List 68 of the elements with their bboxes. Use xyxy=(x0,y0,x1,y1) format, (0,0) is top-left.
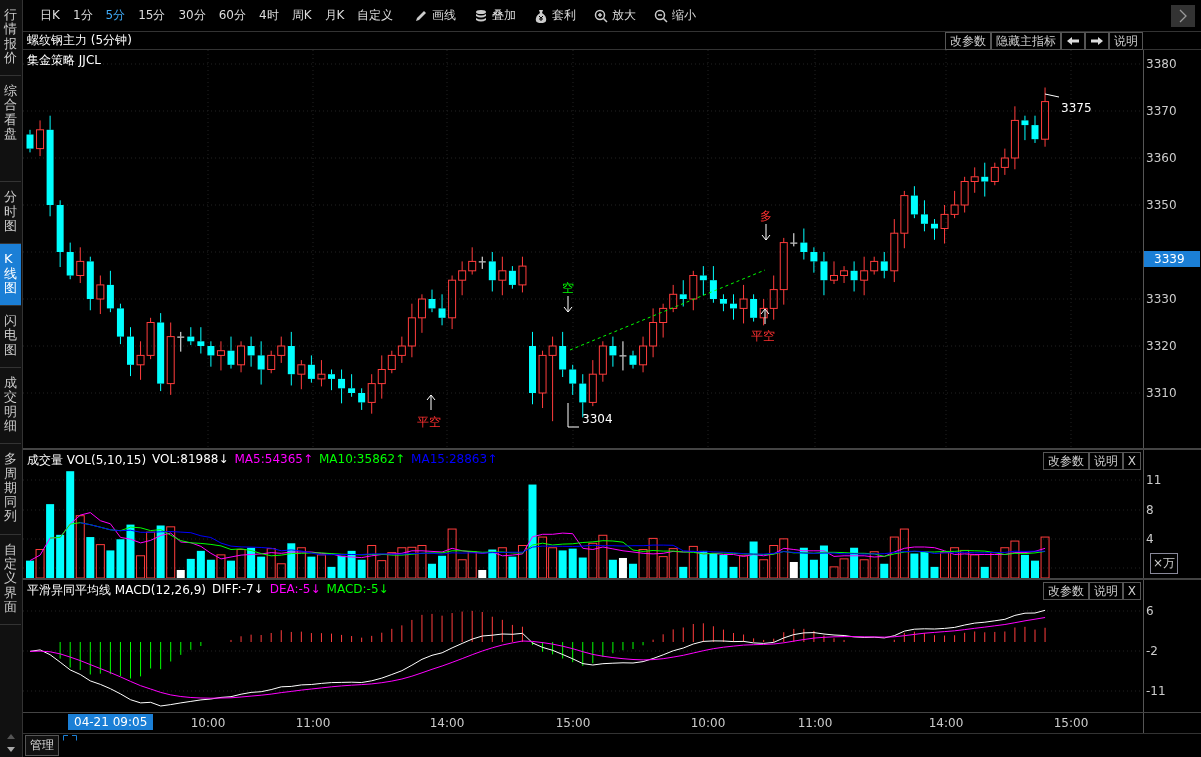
signal-label: 空 xyxy=(562,281,574,295)
time-label: 15:00 xyxy=(555,716,591,730)
manage-button[interactable]: 管理 xyxy=(25,735,59,756)
period-tab[interactable]: 月K xyxy=(319,5,350,26)
time-label: 15:00 xyxy=(1053,716,1089,730)
toolbar-button[interactable]: 放大 xyxy=(589,5,642,26)
sidebar-tab[interactable]: 成交明细 xyxy=(0,368,21,445)
strategy-label: 集金策略 JJCL xyxy=(27,52,101,69)
price-tick: 3350 xyxy=(1146,198,1177,212)
period-tab[interactable]: 1分 xyxy=(67,5,98,26)
time-label: 11:00 xyxy=(797,716,833,730)
signal-label: 平空 xyxy=(751,329,775,343)
period-tab[interactable]: 15分 xyxy=(133,5,171,26)
indicator-reading: MA5:54365↑ xyxy=(234,452,313,468)
time-label: 11:00 xyxy=(295,716,331,730)
macd-tick: -11 xyxy=(1146,684,1166,698)
panel-button[interactable]: 说明 xyxy=(1088,452,1123,470)
indicator-title: 平滑异同平均线 MACD(12,26,9) xyxy=(27,582,206,599)
time-label: 10:00 xyxy=(190,716,226,730)
period-tab[interactable]: 自定义 xyxy=(352,5,399,26)
period-tab[interactable]: 日K xyxy=(35,5,65,26)
period-tab[interactable]: 5分 xyxy=(100,5,131,26)
indicator-reading: MACD:-5↓ xyxy=(326,582,389,598)
price-tick: 3330 xyxy=(1146,292,1177,306)
sidebar-tab[interactable]: 综合看盘 xyxy=(0,76,21,183)
indicator-reading: DIFF:-7↓ xyxy=(211,582,264,598)
last-price-badge: 3339 xyxy=(1144,251,1200,267)
toolbar-button[interactable]: 画线 xyxy=(409,5,462,26)
indicator-reading: MA10:35862↑ xyxy=(319,452,406,468)
time-label: 14:00 xyxy=(928,716,964,730)
panel-button[interactable]: 说明 xyxy=(1088,582,1123,600)
macd-tick: 6 xyxy=(1146,604,1154,618)
sidebar-tab[interactable]: K线图 xyxy=(0,244,21,307)
period-tab[interactable]: 30分 xyxy=(173,5,211,26)
price-label: 3375 xyxy=(1061,101,1092,115)
indicator-title: 成交量 VOL(5,10,15) xyxy=(27,452,147,469)
period-tab[interactable]: 周K xyxy=(286,5,317,26)
indicator-reading: MA15:28863↑ xyxy=(411,452,498,468)
toolbar-button[interactable]: 叠加 xyxy=(469,5,522,26)
time-label: 10:00 xyxy=(690,716,726,730)
sidebar-tab[interactable]: 行情报价 xyxy=(0,0,21,77)
macd-tick: -2 xyxy=(1146,644,1158,658)
price-tick: 3370 xyxy=(1146,104,1177,118)
volume-tick: 11 xyxy=(1146,473,1162,487)
chart-title: 螺纹钢主力 (5分钟) xyxy=(26,32,132,49)
price-tick: 3310 xyxy=(1146,386,1177,400)
sidebar-tab[interactable]: 自定义界面 xyxy=(0,534,21,626)
volume-tick: 4 xyxy=(1146,532,1154,546)
price-tick: 3380 xyxy=(1146,57,1177,71)
time-cursor-label: 04-21 09:05 xyxy=(68,714,154,730)
panel-button[interactable]: 改参数 xyxy=(1042,452,1089,470)
sidebar-tab[interactable]: 多周期同列 xyxy=(0,444,21,535)
sidebar-tab[interactable]: 闪电图 xyxy=(0,306,21,369)
time-label: 14:00 xyxy=(429,716,465,730)
toolbar-button[interactable]: 缩小 xyxy=(649,5,702,26)
signal-label: 平空 xyxy=(417,415,441,429)
period-tab[interactable]: 4时 xyxy=(254,5,284,26)
unit-label: ×万 xyxy=(1150,553,1179,574)
indicator-reading: VOL:81988↓ xyxy=(152,452,229,468)
price-tick: 3320 xyxy=(1146,339,1177,353)
price-tick: 3360 xyxy=(1146,151,1177,165)
indicator-reading: DEA:-5↓ xyxy=(269,582,321,598)
price-label: 3304 xyxy=(582,412,613,426)
period-tab[interactable]: 60分 xyxy=(213,5,251,26)
signal-label: 多 xyxy=(760,209,772,223)
volume-tick: 8 xyxy=(1146,503,1154,517)
toolbar-button[interactable]: 套利 xyxy=(529,5,582,26)
panel-button[interactable]: 改参数 xyxy=(1042,582,1089,600)
